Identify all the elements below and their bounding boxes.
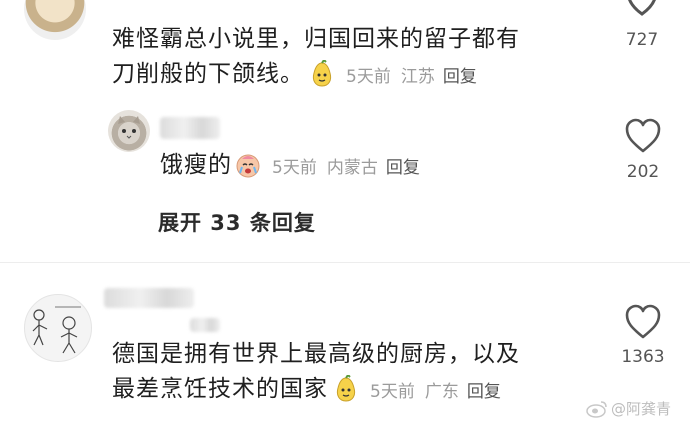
comment-time: 5天前	[370, 381, 415, 402]
reply-location: 内蒙古	[326, 157, 378, 178]
comment-line-with-meta: 刀削般的下颌线。 5天前 江苏 回复	[112, 57, 477, 91]
reply-time: 5天前	[272, 157, 317, 178]
reply-text: 饿瘦的	[160, 152, 232, 178]
watermark: @阿龚青	[586, 398, 671, 419]
comment-text-line: 难怪霸总小说里，归国回来的留子都有	[112, 26, 520, 52]
comment-time: 5天前	[346, 66, 391, 87]
sketch-avatar-icon	[32, 306, 81, 354]
like-icon[interactable]	[624, 304, 662, 340]
reply-button[interactable]: 回复	[386, 153, 420, 178]
watermark-text: @阿龚青	[611, 400, 672, 418]
crying-face-emoji-icon	[234, 151, 262, 179]
comment-line-with-meta: 最差烹饪技术的国家 5天前 广东 回复	[112, 372, 501, 406]
like-icon[interactable]	[624, 118, 662, 154]
reply-line: 饿瘦的 5天前 内蒙古 回复	[160, 148, 420, 182]
username-redacted	[160, 117, 220, 139]
divider	[0, 262, 690, 263]
like-count: 1363	[621, 347, 665, 367]
weibo-logo-icon	[586, 400, 607, 418]
avatar[interactable]	[108, 110, 150, 152]
comment-location: 广东	[424, 381, 459, 402]
reply-button[interactable]: 回复	[467, 377, 501, 402]
username-redacted	[104, 288, 194, 308]
like-count: 202	[626, 162, 660, 182]
expand-replies-button[interactable]: 展开 33 条回复	[158, 207, 316, 237]
comment-location: 江苏	[400, 66, 435, 87]
reply-button[interactable]: 回复	[443, 62, 477, 87]
cat-avatar-icon	[118, 116, 140, 139]
comment-text-line: 刀削般的下颌线。	[112, 61, 304, 87]
like-count: 727	[625, 30, 659, 50]
avatar[interactable]	[24, 0, 86, 40]
username-redacted	[190, 318, 220, 332]
pear-emoji-icon	[332, 373, 360, 403]
comment-text-line: 最差烹饪技术的国家	[112, 376, 328, 402]
like-icon[interactable]	[622, 0, 662, 16]
avatar[interactable]	[24, 294, 92, 362]
pear-emoji-icon	[308, 58, 336, 88]
comment-text-line: 德国是拥有世界上最高级的厨房，以及	[112, 341, 520, 367]
